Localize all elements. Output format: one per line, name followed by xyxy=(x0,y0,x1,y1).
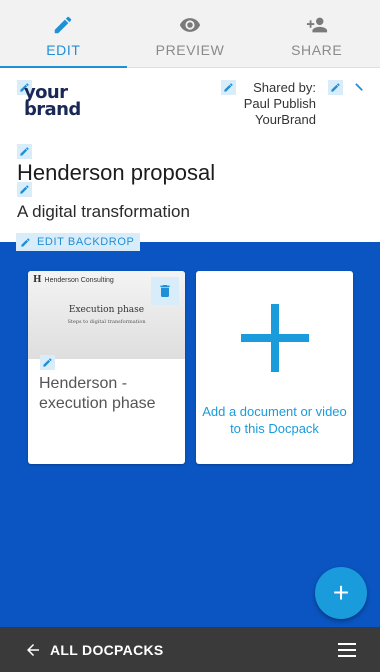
trash-icon xyxy=(160,285,170,297)
document-thumbnail: H Henderson Consulting Execution phase S… xyxy=(28,271,185,359)
docpack-header: your brand Shared by: Paul Publish YourB… xyxy=(0,68,380,251)
add-document-label: Add a document or video to this Docpack xyxy=(202,404,347,436)
delete-document-button[interactable] xyxy=(151,277,179,305)
pencil-icon xyxy=(20,147,29,156)
pencil-icon xyxy=(43,358,52,367)
pencil-icon xyxy=(20,185,29,194)
tab-bar: EDIT PREVIEW SHARE xyxy=(0,0,380,68)
plus-icon: + xyxy=(332,577,350,608)
add-person-icon xyxy=(306,17,327,33)
pencil-icon xyxy=(224,83,233,92)
document-name: Henderson - execution phase xyxy=(39,375,156,412)
edit-document-name-button[interactable] xyxy=(40,355,55,370)
edit-avatar-button[interactable] xyxy=(328,80,343,95)
docpack-title: Henderson proposal xyxy=(17,160,216,185)
thumbnail-brand-text: Henderson Consulting xyxy=(44,276,114,284)
shared-by-name: Paul Publish xyxy=(243,96,316,111)
logo-line-2: brand xyxy=(24,99,81,120)
pencil-icon xyxy=(331,83,340,92)
edit-backdrop-button[interactable]: EDIT BACKDROP xyxy=(16,233,141,251)
document-card[interactable]: H Henderson Consulting Execution phase S… xyxy=(28,271,185,464)
edit-backdrop-label: EDIT BACKDROP xyxy=(37,236,135,248)
shared-by-block: Shared by: Paul Publish YourBrand xyxy=(244,80,316,128)
shared-by-label: Shared by: xyxy=(253,80,316,95)
thumbnail-brand: H Henderson Consulting xyxy=(33,275,114,285)
tab-preview[interactable]: PREVIEW xyxy=(127,0,254,67)
back-arrow-icon[interactable] xyxy=(24,641,42,659)
tab-share-label: SHARE xyxy=(291,42,343,58)
edit-title-button[interactable] xyxy=(17,144,32,159)
edit-shared-by-button[interactable] xyxy=(221,80,236,95)
tab-edit[interactable]: EDIT xyxy=(0,0,127,68)
tab-edit-label: EDIT xyxy=(46,42,81,58)
thumbnail-brand-mark: H xyxy=(33,275,42,285)
menu-icon[interactable] xyxy=(338,642,356,657)
brand-logo: your brand xyxy=(24,84,81,120)
tab-preview-label: PREVIEW xyxy=(155,42,225,58)
edit-subtitle-button[interactable] xyxy=(17,182,32,197)
docpack-subtitle: A digital transformation xyxy=(17,202,190,221)
plus-icon xyxy=(241,304,309,372)
add-fab-button[interactable]: + xyxy=(315,567,367,619)
pencil-icon xyxy=(55,16,72,34)
loading-spinner-icon xyxy=(355,83,363,91)
tab-share[interactable]: SHARE xyxy=(253,0,380,67)
all-docpacks-link[interactable]: ALL DOCPACKS xyxy=(50,642,164,658)
add-document-card[interactable]: Add a document or video to this Docpack xyxy=(196,271,353,464)
thumbnail-slide-title: Execution phase xyxy=(68,305,145,315)
eye-icon xyxy=(179,18,201,32)
bottom-bar: ALL DOCPACKS xyxy=(0,627,380,672)
pencil-icon xyxy=(21,237,30,247)
shared-by-company: YourBrand xyxy=(255,112,316,127)
thumbnail-slide-subtitle: Steps to digital transformation xyxy=(67,319,146,325)
